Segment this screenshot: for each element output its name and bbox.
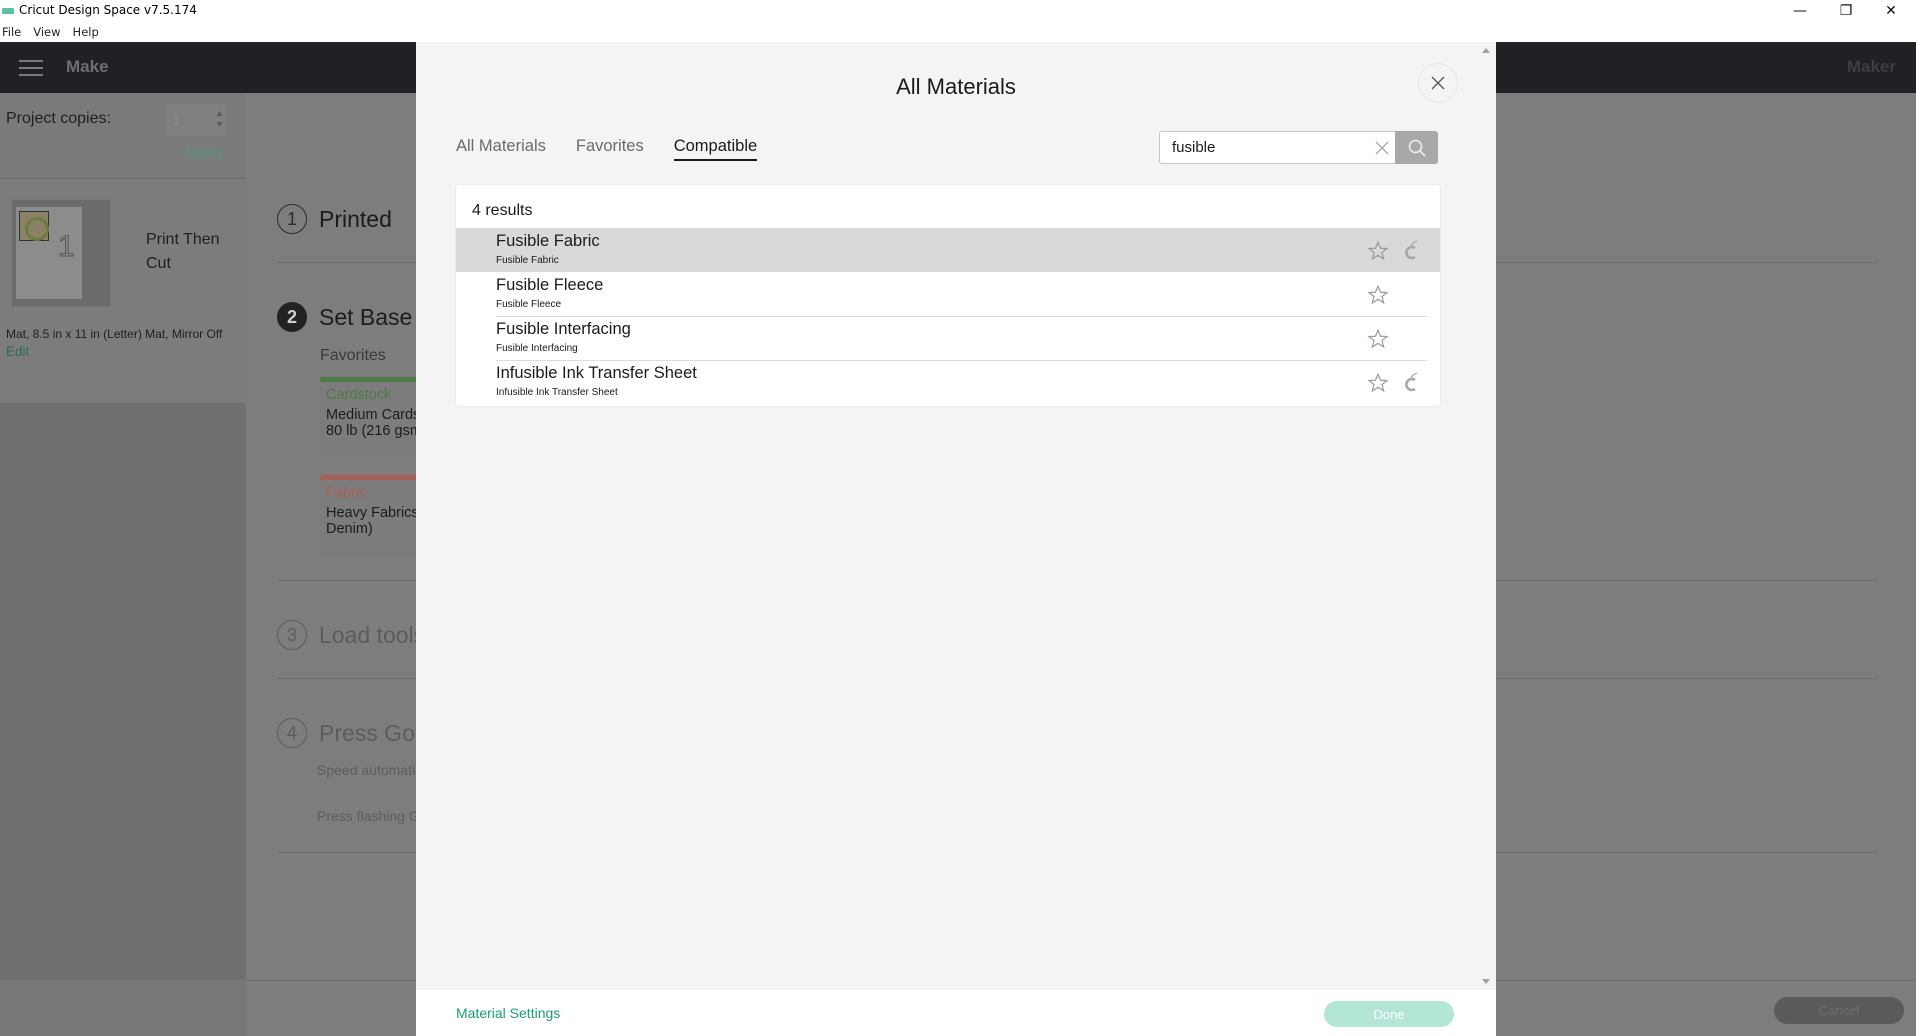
menu-help[interactable]: Help [73, 25, 99, 39]
step-title: Load tools [319, 621, 426, 648]
favorite-star-icon[interactable] [1367, 372, 1389, 394]
result-row[interactable]: Fusible Interfacing Fusible Interfacing [456, 316, 1440, 360]
card-category: Cardstock [326, 387, 392, 403]
restore-button[interactable]: ❐ [1823, 0, 1869, 22]
menu-file[interactable]: File [2, 25, 21, 39]
cricut-compatible-icon [1405, 372, 1418, 392]
favorite-card[interactable]: Fabric Heavy Fabrics (like Denim) [320, 475, 430, 555]
material-subtitle: Fusible Fabric [496, 255, 559, 266]
window-title: Cricut Design Space v7.5.174 [19, 3, 197, 17]
cricut-compatible-icon [1405, 240, 1418, 260]
menu-bar: File View Help [0, 22, 1916, 42]
tab-all-materials[interactable]: All Materials [456, 137, 546, 161]
material-name: Infusible Ink Transfer Sheet [496, 364, 697, 382]
row-divider [496, 360, 1427, 361]
step-number: 4 [277, 718, 307, 748]
hamburger-menu-icon[interactable] [19, 60, 43, 76]
page-cancel-button[interactable]: Cancel [1774, 997, 1904, 1024]
header-title: Make [66, 57, 109, 76]
scroll-down-arrow-icon[interactable] [1482, 979, 1490, 984]
edit-mat-link[interactable]: Edit [6, 344, 29, 359]
modal-close-button[interactable] [1418, 63, 1458, 103]
material-name: Fusible Fabric [496, 232, 600, 250]
stepper-arrows-icon[interactable]: ▲ ▼ [215, 108, 224, 130]
search-icon [1408, 139, 1426, 157]
results-list: 4 results Fusible Fabric Fusible Fabric … [456, 185, 1440, 406]
search-box [1159, 131, 1399, 164]
mat-description: Mat, 8.5 in x 11 in (Letter) Mat, Mirror… [6, 327, 223, 341]
favorite-star-icon[interactable] [1367, 284, 1389, 306]
project-copies-stepper[interactable]: 1 ▲ ▼ [166, 104, 226, 136]
favorite-star-icon[interactable] [1367, 328, 1389, 350]
tab-compatible[interactable]: Compatible [673, 137, 758, 161]
card-color-bar [320, 475, 430, 480]
favorite-card[interactable]: Cardstock Medium Cardstock - 80 lb (216 … [320, 377, 430, 457]
step-title: Printed [319, 205, 392, 232]
menu-view[interactable]: View [33, 25, 60, 39]
material-name: Fusible Fleece [496, 276, 604, 294]
search-button[interactable] [1395, 131, 1438, 164]
results-count: 4 results [472, 202, 533, 219]
material-tabs: All Materials Favorites Compatible [456, 137, 787, 161]
close-window-button[interactable]: ✕ [1868, 0, 1914, 22]
minimize-button[interactable]: — [1777, 0, 1823, 22]
left-panel-footer [0, 980, 246, 1036]
materials-modal: All Materials All Materials Favorites Co… [416, 42, 1496, 1036]
machine-name[interactable]: Maker [1847, 57, 1896, 77]
cricut-logo-icon [2, 8, 14, 14]
mat-number: 1 [58, 230, 76, 264]
tab-favorites[interactable]: Favorites [576, 137, 644, 161]
step-number: 1 [277, 204, 307, 234]
window-titlebar: Cricut Design Space v7.5.174 — ❐ ✕ [0, 0, 1916, 22]
step-number: 3 [277, 620, 307, 650]
mat-thumbnail[interactable]: 1 [11, 199, 111, 307]
favorite-star-icon[interactable] [1367, 240, 1389, 262]
result-row[interactable]: Fusible Fabric Fusible Fabric [456, 228, 1440, 272]
material-subtitle: Fusible Interfacing [496, 343, 578, 354]
card-material-name: Heavy Fabrics (like Denim) [326, 505, 430, 537]
done-button[interactable]: Done [1324, 1001, 1454, 1027]
card-color-bar [320, 377, 430, 382]
step-3: 3 Load tools [277, 620, 425, 650]
modal-footer: Material Settings Done [416, 990, 1496, 1036]
mat-design-image [19, 211, 49, 241]
clear-search-icon[interactable] [1374, 140, 1390, 156]
row-divider [496, 316, 1427, 317]
step-4: 4 Press Go [277, 718, 415, 748]
step-1: 1 Printed [277, 204, 392, 234]
project-copies-label: Project copies: [6, 110, 111, 127]
apply-button[interactable]: Apply [183, 145, 223, 163]
step-number: 2 [277, 302, 307, 332]
mat-label: Print Then Cut [146, 231, 220, 272]
copies-value: 1 [172, 111, 180, 127]
material-name: Fusible Interfacing [496, 320, 631, 338]
modal-title: All Materials [896, 74, 1016, 99]
scroll-up-arrow-icon[interactable] [1482, 48, 1490, 53]
material-settings-link[interactable]: Material Settings [456, 1005, 560, 1021]
card-material-name: Medium Cardstock - 80 lb (216 gsm) [326, 407, 430, 439]
material-subtitle: Fusible Fleece [496, 299, 562, 310]
result-row[interactable]: Fusible Fleece Fusible Fleece [456, 272, 1440, 316]
step-2: 2 Set Base M [277, 302, 438, 332]
card-category: Fabric [326, 485, 367, 501]
step-title: Press Go [319, 719, 415, 746]
favorites-label: Favorites [320, 347, 386, 364]
search-input[interactable] [1172, 139, 1362, 156]
close-icon [1431, 76, 1445, 90]
material-subtitle: Infusible Ink Transfer Sheet [496, 387, 618, 398]
result-row[interactable]: Infusible Ink Transfer Sheet Infusible I… [456, 360, 1440, 404]
